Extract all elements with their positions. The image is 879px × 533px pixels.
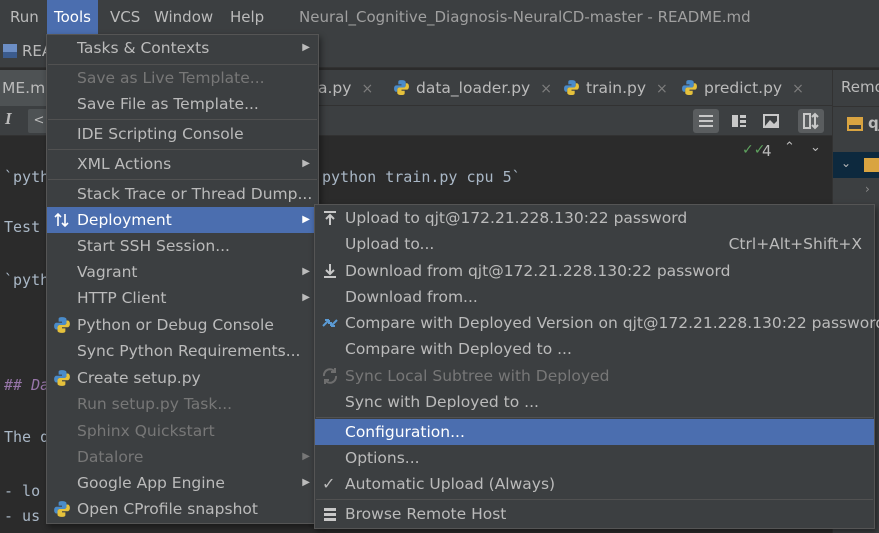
remote-host-header: qj bbox=[833, 106, 879, 140]
preview-only-button[interactable] bbox=[758, 109, 784, 133]
remote-host-title: Remo bbox=[841, 78, 879, 96]
close-icon[interactable]: × bbox=[792, 81, 804, 97]
menu-item-upload-to[interactable]: Upload to... Ctrl+Alt+Shift+X bbox=[315, 231, 874, 257]
tab-label: data_loader.py bbox=[416, 79, 531, 97]
tab-data-py[interactable]: a.py × bbox=[318, 70, 373, 106]
code-line: The d bbox=[4, 428, 50, 446]
menu-item-configuration[interactable]: Configuration... bbox=[315, 419, 874, 445]
editor-only-button[interactable] bbox=[693, 109, 719, 133]
menu-item-deployment[interactable]: Deployment ▶ bbox=[47, 207, 318, 233]
menu-item-options[interactable]: Options... bbox=[315, 445, 874, 471]
menu-bar: Run Tools VCS Window Help Neural_Cogniti… bbox=[0, 0, 879, 34]
code-line: - us bbox=[4, 507, 41, 525]
menu-vcs[interactable]: VCS bbox=[103, 0, 147, 34]
tab-label: a.py bbox=[318, 79, 352, 97]
markdown-file-icon bbox=[3, 44, 17, 58]
close-icon[interactable]: × bbox=[540, 81, 552, 97]
python-file-icon bbox=[394, 80, 409, 95]
menu-item-vagrant[interactable]: Vagrant ▶ bbox=[47, 259, 318, 285]
menu-item-create-setup-py[interactable]: Create setup.py bbox=[47, 365, 318, 391]
code-line: `pyth bbox=[4, 271, 50, 289]
menu-item-save-live-template: Save as Live Template... bbox=[77, 69, 265, 87]
menu-item-ide-scripting-console[interactable]: IDE Scripting Console bbox=[47, 121, 318, 147]
tab-label: predict.py bbox=[704, 79, 783, 97]
server-name[interactable]: qj bbox=[868, 114, 879, 132]
close-icon[interactable]: × bbox=[656, 81, 668, 97]
markdown-heading: ## Da bbox=[4, 376, 50, 394]
menu-item-start-ssh-session[interactable]: Start SSH Session... bbox=[47, 233, 318, 259]
python-icon bbox=[54, 370, 70, 386]
tab-data-loader[interactable]: data_loader.py × bbox=[393, 70, 552, 106]
scroll-sync-icon bbox=[803, 112, 819, 130]
tab-train[interactable]: train.py × bbox=[563, 70, 668, 106]
lines-icon bbox=[699, 115, 713, 127]
remote-host-icon bbox=[324, 508, 336, 521]
menu-help[interactable]: Help bbox=[223, 0, 271, 34]
menu-item-save-file-template[interactable]: Save File as Template... bbox=[47, 91, 318, 117]
inspection-count[interactable]: 4 bbox=[762, 142, 772, 160]
split-view-button[interactable] bbox=[726, 109, 752, 133]
python-file-icon bbox=[564, 80, 579, 95]
python-file-icon bbox=[682, 80, 697, 95]
menu-item-tasks-contexts[interactable]: Tasks & Contexts ▶ bbox=[47, 35, 318, 61]
checkmark-icon: ✓ bbox=[322, 474, 336, 493]
menu-item-automatic-upload[interactable]: ✓ Automatic Upload (Always) bbox=[315, 471, 874, 497]
deployment-icon bbox=[54, 212, 69, 228]
italic-icon[interactable]: I bbox=[5, 109, 12, 129]
chevron-right-icon[interactable]: › bbox=[865, 182, 870, 196]
menu-item-sync-local-subtree: Sync Local Subtree with Deployed bbox=[315, 363, 874, 389]
menu-item-sphinx-quickstart: Sphinx Quickstart bbox=[77, 422, 215, 440]
menu-item-stack-trace[interactable]: Stack Trace or Thread Dump... bbox=[47, 181, 318, 207]
sync-icon bbox=[322, 368, 338, 384]
menu-item-open-cprofile[interactable]: Open CProfile snapshot bbox=[47, 496, 318, 522]
sftp-server-icon bbox=[864, 158, 879, 172]
server-tree-row[interactable]: ⌄ bbox=[833, 152, 879, 178]
tab-predict[interactable]: predict.py × bbox=[681, 70, 804, 106]
menu-item-python-console[interactable]: Python or Debug Console bbox=[47, 312, 318, 338]
menu-item-compare-deployed-to[interactable]: Compare with Deployed to ... bbox=[315, 336, 874, 362]
shortcut-label: Ctrl+Alt+Shift+X bbox=[728, 235, 862, 253]
sftp-server-icon bbox=[847, 117, 863, 131]
menu-item-http-client[interactable]: HTTP Client ▶ bbox=[47, 285, 318, 311]
window-title: Neural_Cognitive_Diagnosis-NeuralCD-mast… bbox=[299, 8, 751, 26]
menu-item-browse-remote-host[interactable]: Browse Remote Host bbox=[315, 501, 874, 527]
menu-item-compare-deployed-version[interactable]: Compare with Deployed Version on qjt@172… bbox=[315, 310, 879, 336]
menu-run[interactable]: Run bbox=[3, 0, 46, 34]
menu-window[interactable]: Window bbox=[147, 0, 220, 34]
menu-item-download-from[interactable]: Download from... bbox=[315, 284, 874, 310]
menu-item-download-from-server[interactable]: Download from qjt@172.21.228.130:22 pass… bbox=[315, 258, 874, 284]
python-icon bbox=[54, 317, 70, 333]
tab-label: train.py bbox=[586, 79, 647, 97]
chevron-down-icon[interactable]: ⌄ bbox=[841, 156, 851, 170]
menu-item-sync-with-deployed[interactable]: Sync with Deployed to ... bbox=[315, 389, 874, 415]
menu-item-sync-python-requirements[interactable]: Sync Python Requirements... bbox=[47, 338, 318, 364]
menu-item-run-setup-py: Run setup.py Task... bbox=[77, 395, 233, 413]
code-line: - lo bbox=[4, 482, 41, 500]
menu-item-google-app-engine[interactable]: Google App Engine ▶ bbox=[47, 470, 318, 496]
close-icon[interactable]: × bbox=[361, 81, 373, 97]
menu-item-datalore: Datalore ▶ bbox=[77, 448, 310, 466]
python-icon bbox=[54, 501, 70, 517]
image-icon bbox=[763, 114, 779, 128]
split-view-icon bbox=[732, 115, 746, 127]
menu-item-xml-actions[interactable]: XML Actions ▶ bbox=[47, 151, 318, 177]
menu-tools[interactable]: Tools bbox=[47, 0, 98, 34]
upload-icon bbox=[324, 211, 336, 225]
code-line: `pyth bbox=[4, 168, 50, 186]
previous-highlight-icon[interactable]: ⌃ bbox=[784, 140, 795, 155]
next-highlight-icon[interactable]: ⌄ bbox=[810, 140, 821, 155]
compare-icon bbox=[322, 319, 338, 327]
menu-item-upload-to-server[interactable]: Upload to qjt@172.21.228.130:22 password bbox=[315, 205, 874, 231]
code-line: python train.py cpu 5` bbox=[322, 168, 521, 186]
download-icon bbox=[324, 264, 336, 278]
tools-menu: Tasks & Contexts ▶ Save as Live Template.… bbox=[46, 34, 319, 524]
scroll-sync-button[interactable] bbox=[798, 109, 824, 133]
code-line: Test bbox=[4, 218, 41, 236]
deployment-submenu: Upload to qjt@172.21.228.130:22 password… bbox=[314, 204, 879, 529]
